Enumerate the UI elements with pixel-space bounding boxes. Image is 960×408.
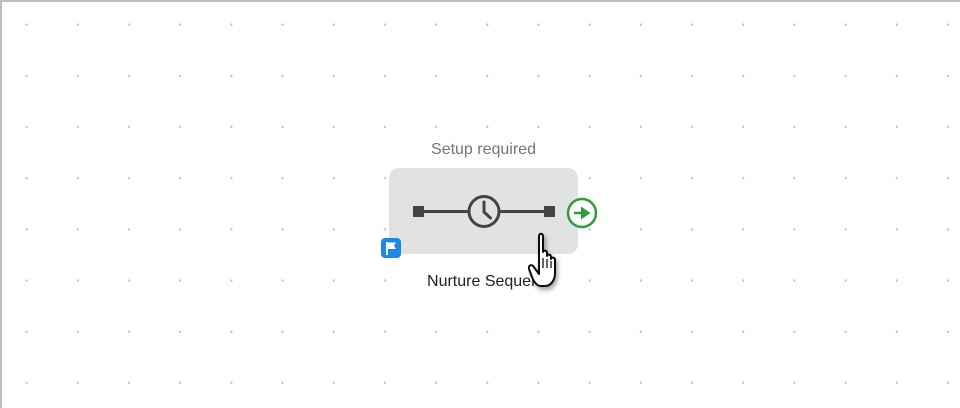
flag-icon — [381, 238, 401, 258]
workflow-canvas[interactable]: Setup required Nurture Sequen — [0, 0, 960, 408]
delay-clock-icon — [413, 195, 555, 228]
play-circle-icon[interactable] — [565, 196, 599, 230]
node-name: Nurture Sequen — [427, 273, 540, 290]
node-status-label: Setup required — [431, 141, 536, 158]
workflow-node[interactable] — [389, 168, 578, 254]
